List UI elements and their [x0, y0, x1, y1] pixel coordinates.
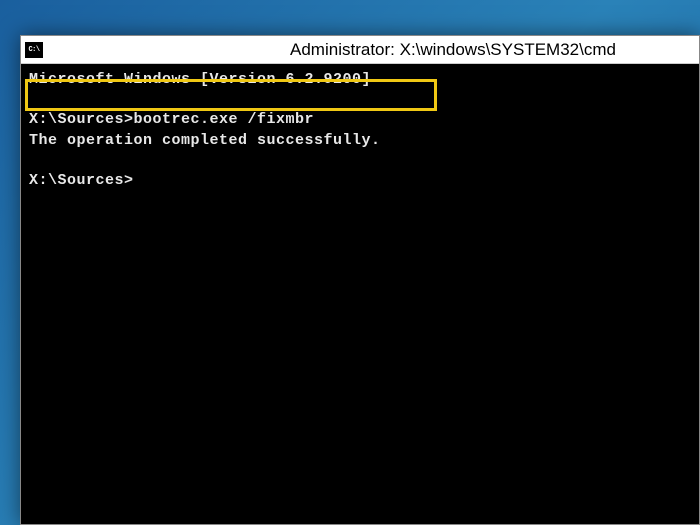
cmd-icon: C:\ [25, 42, 43, 58]
terminal-output[interactable]: Microsoft Windows [Version 6.2.9200] X:\… [21, 64, 699, 197]
current-prompt-line: X:\Sources> [29, 171, 691, 191]
version-line: Microsoft Windows [Version 6.2.9200] [29, 70, 691, 90]
command-line: X:\Sources>bootrec.exe /fixmbr [29, 110, 691, 130]
titlebar[interactable]: C:\ Administrator: X:\windows\SYSTEM32\c… [21, 36, 699, 64]
result-line: The operation completed successfully. [29, 131, 691, 151]
window-title: Administrator: X:\windows\SYSTEM32\cmd [51, 40, 695, 60]
prompt[interactable]: X:\Sources> [29, 172, 134, 189]
blank-line [29, 90, 691, 110]
prompt: X:\Sources> [29, 111, 134, 128]
cmd-window: C:\ Administrator: X:\windows\SYSTEM32\c… [20, 35, 700, 525]
command-text: bootrec.exe /fixmbr [134, 111, 315, 128]
blank-line [29, 151, 691, 171]
